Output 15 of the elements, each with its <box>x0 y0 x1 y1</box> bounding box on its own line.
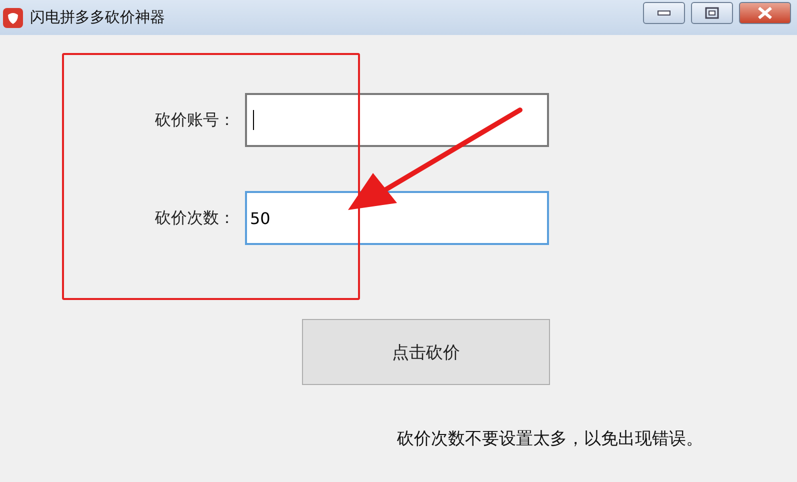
maximize-icon <box>705 6 719 18</box>
text-cursor <box>253 110 254 130</box>
minimize-button[interactable] <box>643 2 685 24</box>
app-icon <box>2 6 24 28</box>
input-field[interactable] <box>245 93 549 147</box>
field-label: 砍价账号： <box>154 110 236 130</box>
window-title: 闪电拼多多砍价神器 <box>30 8 166 27</box>
field-label: 砍价次数： <box>154 208 236 228</box>
hint-text: 砍价次数不要设置太多，以免出现错误。 <box>397 428 704 450</box>
close-button[interactable] <box>739 2 791 24</box>
close-icon <box>757 6 773 18</box>
minimize-icon <box>657 10 671 16</box>
maximize-button[interactable] <box>691 2 733 24</box>
input-field[interactable]: 50 <box>245 191 549 245</box>
bargain-button[interactable]: 点击砍价 <box>302 319 550 385</box>
